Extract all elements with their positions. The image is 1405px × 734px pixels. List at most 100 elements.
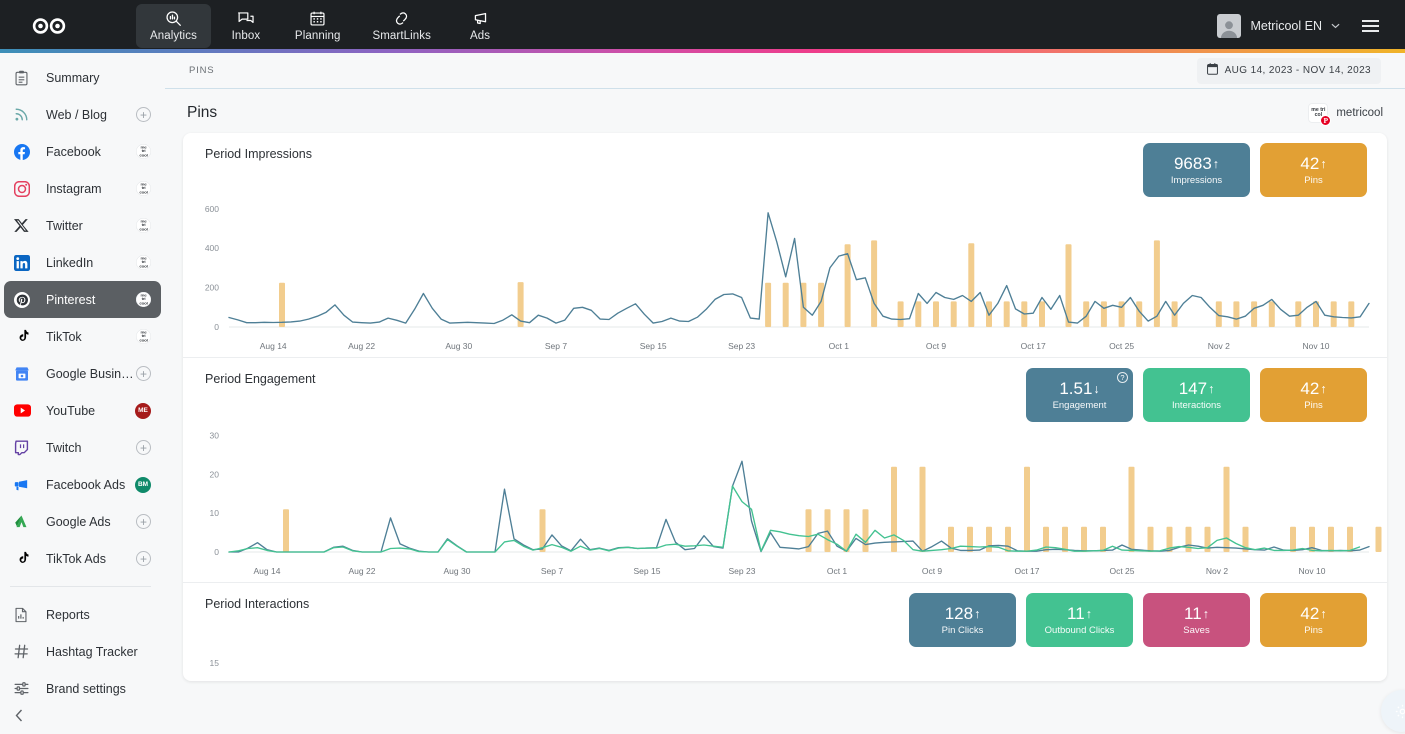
account-name: Metricool EN bbox=[1250, 19, 1322, 33]
svg-text:Oct 9: Oct 9 bbox=[926, 341, 947, 351]
sidebar-item-label: YouTube bbox=[46, 403, 96, 418]
sidebar-item-label: Instagram bbox=[46, 181, 102, 196]
sidebar-item-label: Pinterest bbox=[46, 292, 96, 307]
sidebar-item-label: Twitch bbox=[46, 440, 82, 455]
sidebar-item-google-business[interactable]: Google Business ...+ bbox=[4, 355, 161, 392]
sidebar-item-label: Brand settings bbox=[46, 681, 126, 696]
breadcrumb: PINS bbox=[189, 65, 215, 76]
svg-text:400: 400 bbox=[205, 243, 219, 253]
sidebar-item-google-ads[interactable]: Google Ads + bbox=[4, 503, 161, 540]
menu-icon[interactable] bbox=[1362, 20, 1379, 32]
nav-item-ads[interactable]: Ads bbox=[449, 4, 511, 48]
brand-initials-avatar: ME bbox=[135, 402, 151, 419]
connected-account-badge[interactable]: me tri col P metricool bbox=[1308, 103, 1383, 126]
connected-account-name: metricool bbox=[1336, 107, 1383, 119]
settings-fab-button[interactable] bbox=[1381, 690, 1405, 732]
svg-text:Aug 30: Aug 30 bbox=[444, 566, 471, 576]
nav-item-label: Ads bbox=[469, 30, 491, 42]
date-range-picker[interactable]: AUG 14, 2023 - NOV 14, 2023 bbox=[1196, 57, 1381, 84]
svg-text:Aug 22: Aug 22 bbox=[348, 341, 375, 351]
avatar bbox=[1217, 14, 1242, 38]
svg-text:Oct 17: Oct 17 bbox=[1014, 566, 1039, 576]
nav-item-analytics[interactable]: Analytics bbox=[136, 4, 211, 48]
svg-text:Oct 17: Oct 17 bbox=[1021, 341, 1046, 351]
sidebar-collapse-button[interactable] bbox=[8, 704, 30, 726]
svg-text:15: 15 bbox=[210, 658, 220, 668]
sidebar-item-label: Summary bbox=[46, 70, 100, 85]
analytics-panel: Period Impressions 9683 ↑ Impressions 42 ↑ Pi… bbox=[183, 133, 1387, 681]
sidebar-item-reports[interactable]: Reports bbox=[4, 596, 161, 633]
metricool-logo[interactable] bbox=[0, 17, 100, 35]
sidebar-item-brand-settings[interactable]: Brand settings bbox=[4, 670, 161, 707]
account-switcher[interactable]: Metricool EN bbox=[1217, 14, 1340, 38]
impressions-chart[interactable]: 0 200 400 600 Aug 14 Aug 22 Aug 30 Sep 7 Sep 15 S… bbox=[183, 161, 1387, 357]
twitter-x-icon bbox=[14, 218, 36, 233]
add-connection-icon[interactable]: + bbox=[136, 366, 151, 381]
page-header: Pins me tri col P metricool bbox=[165, 89, 1405, 133]
nav-item-label: SmartLinks bbox=[372, 30, 432, 42]
pinterest-icon: P bbox=[1320, 115, 1332, 126]
chart-block-engagement: Period Engagement ? 1.51 ↓ Engagement 147 ↑ In… bbox=[183, 357, 1387, 582]
brand-thumbnail: me tri col P bbox=[1308, 103, 1332, 126]
sidebar-item-label: Google Business ... bbox=[46, 366, 136, 381]
nav-item-label: Analytics bbox=[150, 30, 197, 42]
sidebar-item-tiktok[interactable]: TikTok me tri cool bbox=[4, 318, 161, 355]
add-connection-icon[interactable]: + bbox=[136, 107, 151, 122]
help-icon[interactable]: ? bbox=[1117, 372, 1128, 383]
sidebar: Summary Web / Blog + Facebook me tri cool Insta… bbox=[0, 53, 165, 734]
report-icon bbox=[14, 607, 36, 623]
brand-avatar: me tri cool bbox=[136, 181, 151, 196]
youtube-icon bbox=[14, 404, 36, 417]
sidebar-item-facebook[interactable]: Facebook me tri cool bbox=[4, 133, 161, 170]
interactions-chart[interactable]: 15 bbox=[183, 611, 1387, 681]
svg-text:0: 0 bbox=[214, 547, 219, 557]
svg-text:Sep 23: Sep 23 bbox=[728, 341, 755, 351]
sidebar-item-twitch[interactable]: Twitch + bbox=[4, 429, 161, 466]
nav-item-inbox[interactable]: Inbox bbox=[215, 4, 277, 48]
sidebar-item-linkedin[interactable]: LinkedIn me tri cool bbox=[4, 244, 161, 281]
nav-item-smartlinks[interactable]: SmartLinks bbox=[358, 4, 445, 48]
nav-item-planning[interactable]: Planning bbox=[281, 4, 355, 48]
sidebar-item-label: Facebook bbox=[46, 144, 101, 159]
sidebar-item-pinterest[interactable]: Pinterest me tri cool bbox=[4, 281, 161, 318]
svg-text:Aug 14: Aug 14 bbox=[260, 341, 287, 351]
sidebar-item-web-blog[interactable]: Web / Blog + bbox=[4, 96, 161, 133]
sidebar-item-facebook-ads[interactable]: Facebook Ads BM bbox=[4, 466, 161, 503]
sidebar-item-youtube[interactable]: YouTube ME bbox=[4, 392, 161, 429]
svg-text:600: 600 bbox=[205, 204, 219, 214]
brand-avatar: me tri cool bbox=[136, 144, 151, 159]
svg-text:Oct 25: Oct 25 bbox=[1109, 566, 1134, 576]
chart-block-impressions: Period Impressions 9683 ↑ Impressions 42 ↑ Pi… bbox=[183, 133, 1387, 357]
linkedin-icon bbox=[14, 254, 36, 271]
svg-text:Oct 25: Oct 25 bbox=[1109, 341, 1134, 351]
add-connection-icon[interactable]: + bbox=[136, 440, 151, 455]
svg-text:Nov 2: Nov 2 bbox=[1206, 566, 1228, 576]
svg-text:Sep 7: Sep 7 bbox=[545, 341, 567, 351]
menu-line bbox=[1362, 20, 1379, 23]
twitch-icon bbox=[14, 439, 36, 456]
sidebar-item-summary[interactable]: Summary bbox=[4, 59, 161, 96]
add-connection-icon[interactable]: + bbox=[136, 551, 151, 566]
svg-text:Sep 7: Sep 7 bbox=[541, 566, 563, 576]
sidebar-item-twitter[interactable]: Twitter me tri cool bbox=[4, 207, 161, 244]
sidebar-item-label: Reports bbox=[46, 607, 90, 622]
svg-text:Oct 1: Oct 1 bbox=[827, 566, 848, 576]
analytics-icon bbox=[165, 9, 182, 27]
sidebar-item-label: TikTok bbox=[46, 329, 82, 344]
megaphone-icon bbox=[471, 9, 489, 27]
instagram-icon bbox=[14, 180, 36, 197]
tiktok-ads-icon bbox=[14, 551, 36, 567]
sidebar-item-label: TikTok Ads bbox=[46, 551, 106, 566]
sidebar-item-instagram[interactable]: Instagram me tri cool bbox=[4, 170, 161, 207]
engagement-chart[interactable]: 0 10 20 30 Aug 14 Aug 22 Aug 30 Sep 7 Sep 15 Sep … bbox=[183, 386, 1387, 582]
sliders-icon bbox=[14, 681, 36, 696]
primary-nav-items: Analytics Inbox Planning SmartLinks Ads bbox=[136, 4, 511, 48]
sidebar-item-hashtag-tracker[interactable]: Hashtag Tracker bbox=[4, 633, 161, 670]
add-connection-icon[interactable]: + bbox=[136, 514, 151, 529]
svg-text:Aug 22: Aug 22 bbox=[349, 566, 376, 576]
svg-text:Oct 9: Oct 9 bbox=[922, 566, 943, 576]
inbox-icon bbox=[237, 9, 255, 27]
sidebar-item-tiktok-ads[interactable]: TikTok Ads + bbox=[4, 540, 161, 577]
sidebar-item-label: Google Ads bbox=[46, 514, 111, 529]
sidebar-item-label: Hashtag Tracker bbox=[46, 644, 138, 659]
